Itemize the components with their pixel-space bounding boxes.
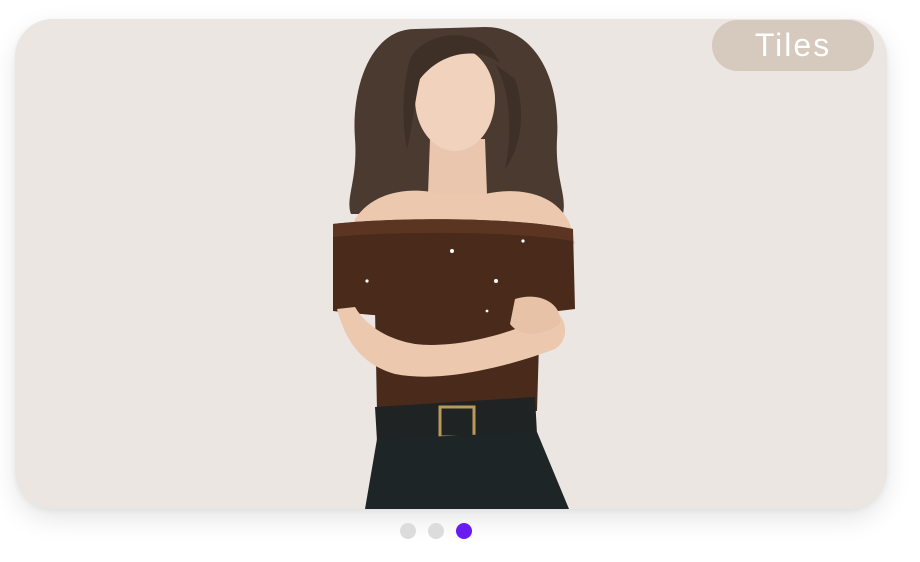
pagination-dot-1[interactable]: [400, 523, 416, 539]
pagination-dot-3-active[interactable]: [456, 523, 472, 539]
carousel-slide[interactable]: Tiles: [15, 19, 887, 509]
slide-image: [15, 19, 887, 509]
pagination-dot-2[interactable]: [428, 523, 444, 539]
tiles-badge[interactable]: Tiles: [712, 20, 874, 71]
pagination-dots: [0, 523, 920, 539]
carousel: Tiles: [0, 0, 920, 562]
